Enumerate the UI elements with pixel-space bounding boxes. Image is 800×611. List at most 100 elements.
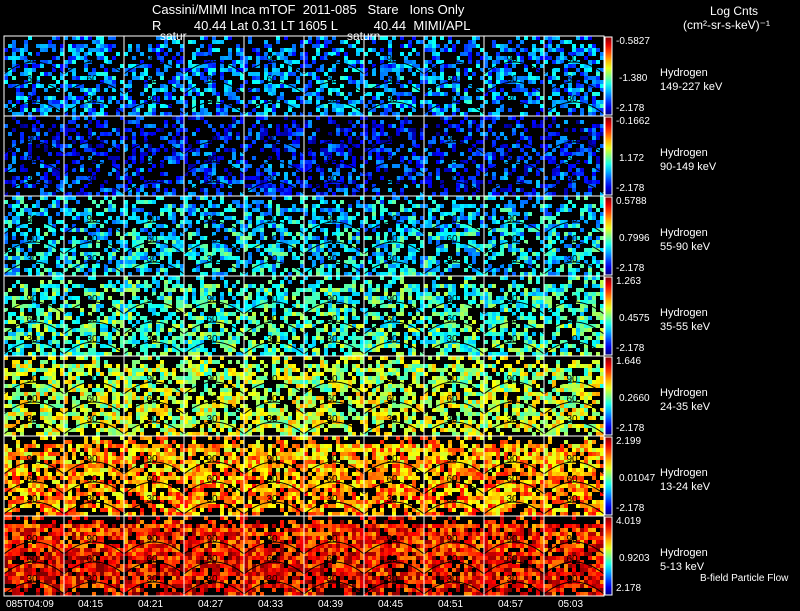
pixel (284, 132, 288, 136)
pixel (488, 192, 492, 196)
pixel (520, 156, 524, 160)
pixel (76, 340, 80, 344)
pixel (580, 252, 584, 256)
pixel (452, 228, 456, 232)
pixel (416, 272, 420, 276)
pixel (16, 48, 20, 52)
pixel (392, 272, 396, 276)
contour-label: 30 (386, 94, 398, 105)
pixel (532, 124, 536, 128)
pixel (68, 260, 72, 264)
pixel (308, 120, 312, 124)
pixel (8, 344, 12, 348)
pixel (520, 116, 524, 120)
pixel (376, 188, 380, 192)
pixel (572, 268, 576, 272)
pixel (48, 308, 52, 312)
pixel (76, 96, 80, 100)
pixel (528, 76, 532, 80)
pixel (12, 176, 16, 180)
pixel (348, 180, 352, 184)
pixel (176, 300, 180, 304)
contour-label: 90 (206, 214, 218, 225)
pixel (540, 40, 544, 44)
pixel (428, 100, 432, 104)
pixel (200, 236, 204, 240)
pixel (40, 296, 44, 300)
pixel (348, 152, 352, 156)
pixel (40, 112, 44, 116)
pixel (344, 188, 348, 192)
pixel (244, 160, 248, 164)
pixel (588, 208, 592, 212)
pixel (184, 200, 188, 204)
pixel (24, 124, 28, 128)
pixel (408, 120, 412, 124)
pixel (100, 236, 104, 240)
pixel (356, 204, 360, 208)
pixel (228, 68, 232, 72)
pixel (392, 268, 396, 272)
pixel (236, 160, 240, 164)
pixel (316, 108, 320, 112)
pixel (168, 288, 172, 292)
pixel (124, 184, 128, 188)
pixel (232, 116, 236, 120)
pixel (512, 48, 516, 52)
pixel (588, 192, 592, 196)
pixel (440, 212, 444, 216)
pixel (104, 44, 108, 48)
pixel (160, 56, 164, 60)
pixel (440, 248, 444, 252)
pixel (8, 332, 12, 336)
pixel (180, 180, 184, 184)
pixel (316, 96, 320, 100)
pixel (540, 216, 544, 220)
pixel (24, 108, 28, 112)
pixel (348, 112, 352, 116)
pixel (520, 264, 524, 268)
pixel (200, 44, 204, 48)
pixel (224, 216, 228, 220)
pixel (248, 128, 252, 132)
contour-label: 90 (206, 134, 218, 145)
pixel (132, 252, 136, 256)
pixel (436, 236, 440, 240)
pixel (48, 180, 52, 184)
pixel (236, 260, 240, 264)
pixel (168, 212, 172, 216)
pixel (132, 232, 136, 236)
pixel (236, 48, 240, 52)
pixel (520, 232, 524, 236)
pixel (132, 132, 136, 136)
pixel (108, 240, 112, 244)
pixel (60, 236, 64, 240)
pixel (136, 296, 140, 300)
pixel (180, 76, 184, 80)
pixel (272, 248, 276, 252)
pixel (60, 64, 64, 68)
pixel (92, 112, 96, 116)
pixel (548, 256, 552, 260)
pixel (176, 64, 180, 68)
pixel (596, 272, 600, 276)
pixel (140, 92, 144, 96)
pixel (100, 112, 104, 116)
pixel (316, 236, 320, 240)
pixel (144, 248, 148, 252)
pixel (304, 196, 308, 200)
pixel (160, 256, 164, 260)
pixel (472, 252, 476, 256)
pixel (420, 76, 424, 80)
pixel (452, 204, 456, 208)
pixel (200, 272, 204, 276)
pixel (88, 192, 92, 196)
pixel (172, 204, 176, 208)
pixel (336, 112, 340, 116)
pixel (320, 208, 324, 212)
pixel (392, 88, 396, 92)
pixel (364, 216, 368, 220)
pixel (124, 96, 128, 100)
pixel (480, 244, 484, 248)
pixel (556, 268, 560, 272)
